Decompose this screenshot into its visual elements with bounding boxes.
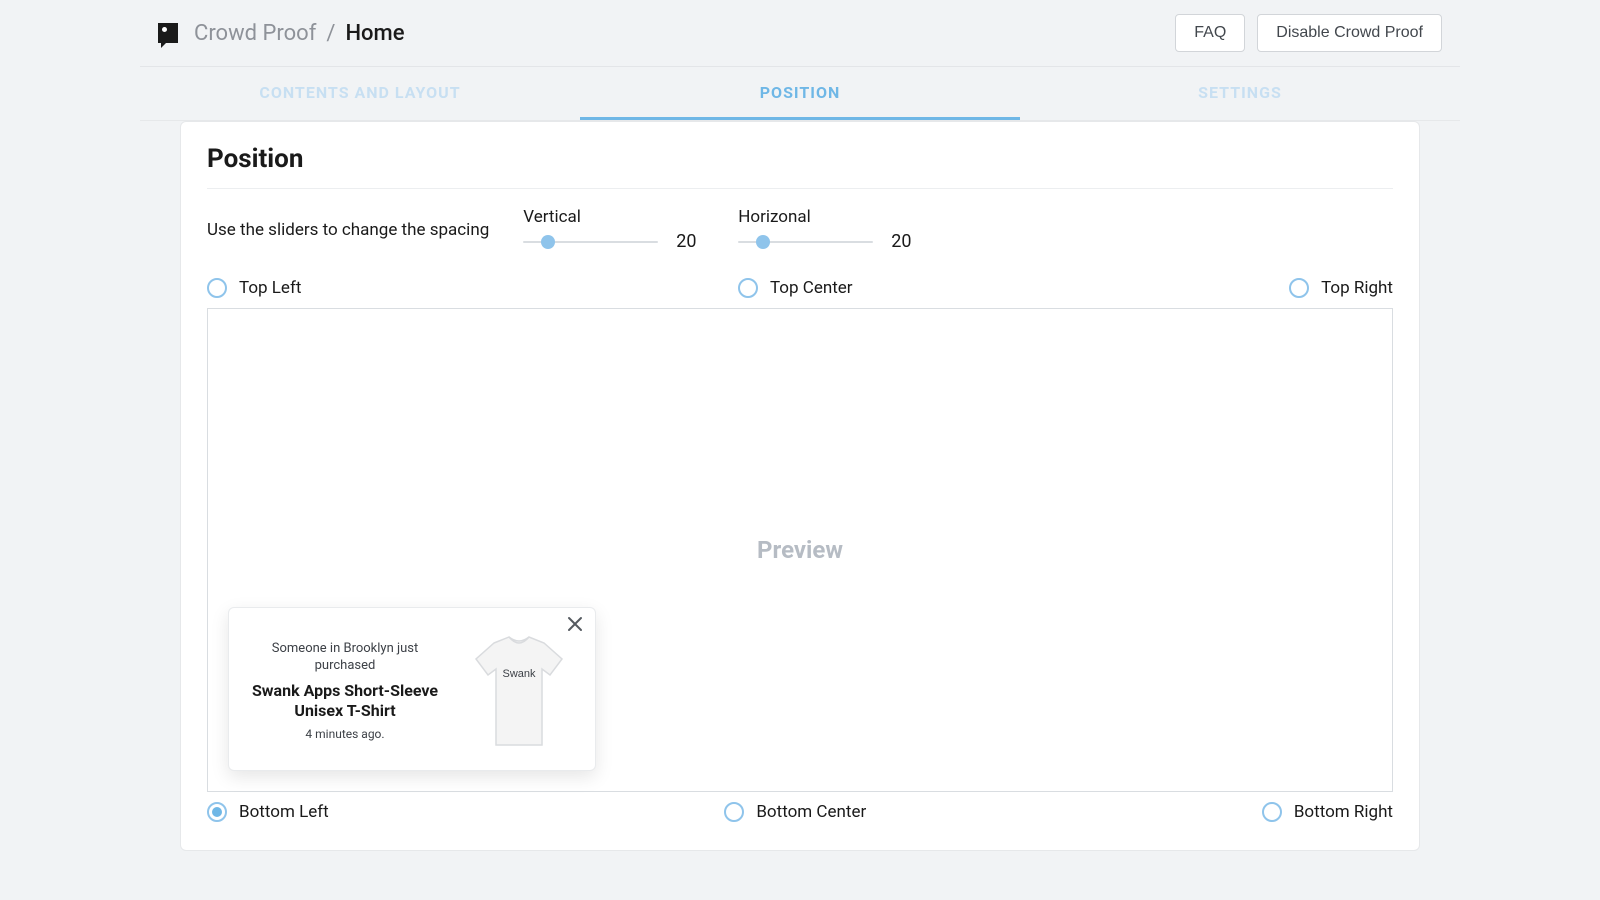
radio-icon [1262,802,1282,822]
tabs: CONTENTS AND LAYOUT POSITION SETTINGS [140,67,1460,121]
header-actions: FAQ Disable Crowd Proof [1175,14,1442,52]
notification-product: Swank Apps Short-Sleeve Unisex T-Shirt [245,681,445,721]
breadcrumb-app[interactable]: Crowd Proof [194,21,316,46]
radio-icon [1289,278,1309,298]
close-icon[interactable] [567,616,585,634]
horizontal-slider-block: Horizonal 20 [738,207,919,252]
page-title: Position [207,144,1393,174]
radio-bottom-center[interactable]: Bottom Center [724,802,866,822]
radio-top-left[interactable]: Top Left [207,278,301,298]
faq-button[interactable]: FAQ [1175,14,1245,52]
horizontal-slider-label: Horizonal [738,207,919,227]
radio-icon [738,278,758,298]
breadcrumb-page[interactable]: Home [345,21,404,46]
vertical-slider[interactable] [523,241,658,243]
radio-bottom-right[interactable]: Bottom Right [1262,802,1393,822]
radio-icon [207,802,227,822]
horizontal-slider[interactable] [738,241,873,243]
sliders-instruction: Use the sliders to change the spacing [207,220,489,240]
vertical-slider-label: Vertical [523,207,704,227]
notification-time: 4 minutes ago. [245,727,445,741]
app-logo-icon [158,23,178,43]
radio-top-center[interactable]: Top Center [738,278,853,298]
preview-label: Preview [757,536,843,564]
radio-top-right[interactable]: Top Right [1289,278,1393,298]
radio-icon [724,802,744,822]
app-header: Crowd Proof / Home FAQ Disable Crowd Pro… [140,0,1460,67]
vertical-slider-thumb[interactable] [541,235,555,249]
notification-popup: Someone in Brooklyn just purchased Swank… [228,607,596,771]
tab-settings[interactable]: SETTINGS [1020,67,1460,120]
position-card: Position Use the sliders to change the s… [180,121,1420,851]
sliders-row: Use the sliders to change the spacing Ve… [207,207,1393,252]
notification-product-image: Swank [459,626,579,756]
notification-lead: Someone in Brooklyn just purchased [245,641,445,675]
tab-contents-and-layout[interactable]: CONTENTS AND LAYOUT [140,67,580,120]
divider [207,188,1393,189]
radio-label: Bottom Left [239,802,329,822]
svg-text:Swank: Swank [502,668,536,680]
horizontal-slider-thumb[interactable] [756,235,770,249]
radio-bottom-left[interactable]: Bottom Left [207,802,329,822]
vertical-slider-block: Vertical 20 [523,207,704,252]
radio-label: Bottom Center [756,802,866,822]
radio-label: Top Left [239,278,301,298]
radio-label: Top Center [770,278,853,298]
radio-label: Top Right [1321,278,1393,298]
horizontal-slider-value: 20 [891,231,919,252]
top-position-radios: Top Left Top Center Top Right [207,278,1393,298]
disable-button[interactable]: Disable Crowd Proof [1257,14,1442,52]
tshirt-icon: Swank [464,631,574,751]
tab-position[interactable]: POSITION [580,67,1020,120]
vertical-slider-value: 20 [676,231,704,252]
radio-label: Bottom Right [1294,802,1393,822]
breadcrumb-separator: / [326,21,335,46]
preview-box: Preview Someone in Brooklyn just purchas… [207,308,1393,792]
bottom-position-radios: Bottom Left Bottom Center Bottom Right [207,802,1393,822]
breadcrumb: Crowd Proof / Home [158,21,405,46]
radio-icon [207,278,227,298]
